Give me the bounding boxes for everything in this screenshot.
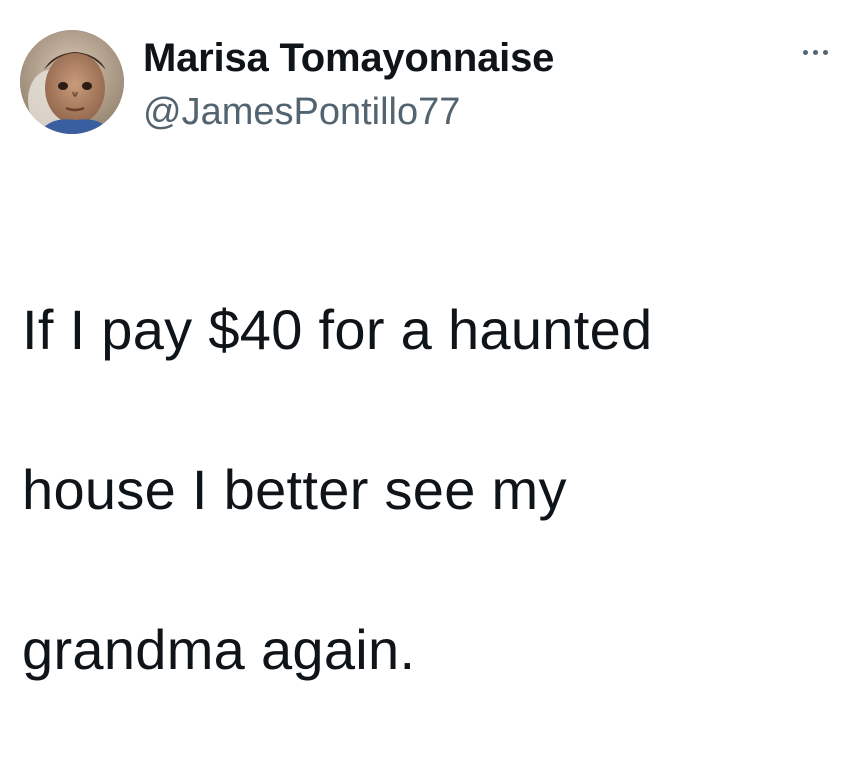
tweet-text-line: house I better see my [22, 458, 567, 521]
avatar-photo [20, 30, 124, 134]
tweet-text: If I pay $40 for a haunted house I bette… [22, 210, 842, 770]
tweet-text-line: If I pay $40 for a haunted [22, 298, 653, 361]
more-options-button[interactable] [792, 40, 838, 64]
avatar[interactable] [20, 30, 124, 134]
tweet-text-line: grandma again. [22, 618, 416, 681]
author-handle[interactable]: @JamesPontillo77 [143, 90, 460, 134]
tweet-card: Marisa Tomayonnaise @JamesPontillo77 If … [0, 0, 858, 681]
more-horizontal-icon-dot [812, 49, 818, 55]
author-display-name[interactable]: Marisa Tomayonnaise [143, 34, 554, 82]
more-horizontal-icon [802, 49, 808, 55]
more-horizontal-icon-dot [822, 49, 828, 55]
